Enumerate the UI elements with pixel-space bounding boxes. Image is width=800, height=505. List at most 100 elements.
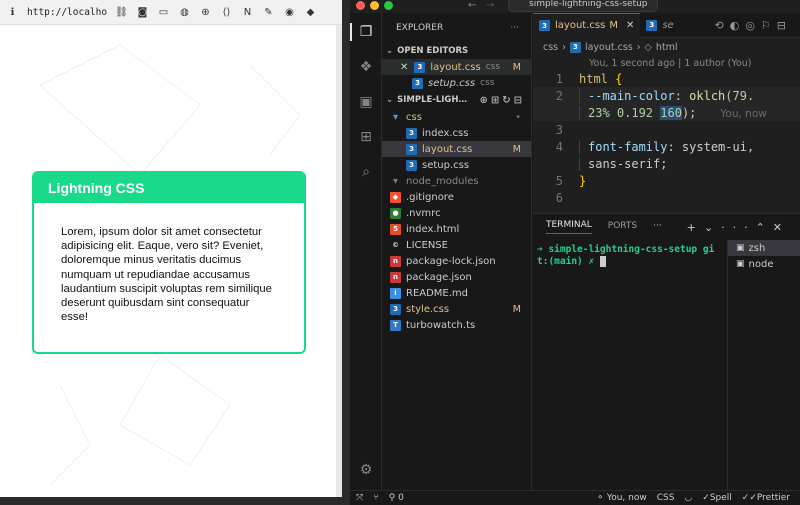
- file-tree-item[interactable]: ▾ css •: [382, 109, 531, 125]
- code-line[interactable]: 1 html {: [533, 70, 800, 87]
- file-tree-item[interactable]: i README.md: [382, 285, 531, 301]
- back-arrow-icon[interactable]: ←: [468, 0, 476, 11]
- editor-actions-icon[interactable]: ⟲◐◎⚐⊟: [715, 19, 793, 32]
- file-tree-item[interactable]: © LICENSE: [382, 237, 531, 253]
- remote-explorer-icon[interactable]: ▣: [357, 93, 375, 111]
- info-icon[interactable]: ℹ: [6, 6, 19, 19]
- file-tree-item[interactable]: 3 index.css: [382, 125, 531, 141]
- breadcrumb-item[interactable]: html: [656, 42, 678, 53]
- remote-icon[interactable]: ⤧: [356, 493, 363, 503]
- spell-status[interactable]: ✓Spell: [702, 493, 732, 503]
- tab-ports[interactable]: PORTS: [608, 221, 637, 234]
- file-tree-item[interactable]: n package.json: [382, 269, 531, 285]
- tab-layout-css[interactable]: 3 layout.css M ✕: [533, 12, 641, 38]
- address-bar[interactable]: http://localhos…: [27, 7, 107, 18]
- folder-icon: ▾: [392, 175, 399, 187]
- prettier-label: Prettier: [756, 493, 790, 503]
- file-tree-item[interactable]: n package-lock.json: [382, 253, 531, 269]
- breadcrumb-item[interactable]: layout.css: [585, 42, 633, 53]
- open-editor-name: layout.css: [430, 61, 481, 73]
- code-icon[interactable]: ⟨⟩: [220, 6, 233, 19]
- puzzle-icon[interactable]: ✎: [262, 6, 275, 19]
- terminal-icon[interactable]: ▭: [157, 6, 170, 19]
- status-author[interactable]: ⚬ You, now: [596, 493, 646, 503]
- link-icon[interactable]: ⛓: [115, 6, 128, 19]
- open-editor-item[interactable]: ✕ 3 layout.css css M: [382, 59, 531, 75]
- file-tree-item[interactable]: ◆ .gitignore: [382, 189, 531, 205]
- file-name: package-lock.json: [406, 255, 496, 267]
- minimize-window-button[interactable]: [370, 1, 379, 10]
- file-tree-item[interactable]: 3 layout.css M: [382, 141, 531, 157]
- code-token: sans-serif: [588, 156, 661, 171]
- gear-icon[interactable]: ⚙: [357, 461, 375, 479]
- modified-badge: M: [609, 20, 618, 31]
- file-tree-item[interactable]: Tturbowatch.ts: [382, 317, 531, 333]
- extensions-icon[interactable]: ⊞: [357, 128, 375, 146]
- chevron-down-icon: ⌄: [386, 95, 394, 105]
- git-icon: ◆: [390, 191, 401, 203]
- project-section[interactable]: ⌄ SIMPLE-LIGH… ⊕⊞↻⊟: [382, 91, 531, 109]
- terminal-icon: ▣: [736, 243, 745, 253]
- terminal-item-node[interactable]: ▣ node: [728, 256, 800, 272]
- open-editors-section[interactable]: ⌄ OPEN EDITORS: [382, 43, 531, 59]
- terminal-list: ▣ zsh ▣ node: [727, 240, 800, 490]
- camera-icon[interactable]: ◙: [136, 6, 149, 19]
- notion-icon[interactable]: N: [241, 6, 254, 19]
- more-actions-icon[interactable]: ···: [653, 221, 662, 234]
- file-tree-item[interactable]: 5 index.html: [382, 221, 531, 237]
- close-icon[interactable]: ✕: [400, 62, 408, 73]
- selected-token: 160: [660, 105, 682, 120]
- file-tree-item[interactable]: ● .nvmrc: [382, 205, 531, 221]
- crosshair-icon[interactable]: ⊕: [199, 6, 212, 19]
- code-line[interactable]: 3: [533, 121, 800, 138]
- code-token: {: [615, 71, 623, 86]
- file-tree-item[interactable]: 3 style.css M: [382, 301, 531, 317]
- breadcrumb-item[interactable]: css: [543, 42, 558, 53]
- language-mode[interactable]: CSS: [657, 493, 675, 503]
- file-tree-item[interactable]: 3 setup.css: [382, 157, 531, 173]
- codelens-blame[interactable]: You, 1 second ago | 1 author (You): [533, 56, 800, 70]
- code-line[interactable]: 6: [533, 189, 800, 206]
- panel-actions-icon[interactable]: +⌄···⌃✕: [687, 221, 790, 234]
- source-control-icon[interactable]: ⑂: [373, 493, 378, 503]
- sync-icon[interactable]: ◡: [684, 493, 692, 503]
- code-token: }: [579, 173, 587, 188]
- explorer-sidebar: EXPLORER ··· ⌄ OPEN EDITORS ✕ 3 layout.c…: [382, 13, 532, 490]
- tab-terminal[interactable]: TERMINAL: [546, 220, 592, 234]
- window-gap: [342, 0, 350, 505]
- prettier-status[interactable]: ✓✓Prettier: [742, 493, 790, 503]
- ports-status[interactable]: ⚲ 0: [389, 493, 404, 503]
- code-line[interactable]: 4 font-family: system-ui,: [533, 138, 800, 155]
- forward-arrow-icon[interactable]: →: [486, 0, 494, 11]
- search-icon[interactable]: ⌕: [357, 163, 375, 181]
- extension-icon[interactable]: ◉: [283, 6, 296, 19]
- explorer-actions-icon[interactable]: ⊕⊞↻⊟: [479, 95, 525, 106]
- file-tree-item[interactable]: ▾ node_modules: [382, 173, 531, 189]
- file-name: .gitignore: [406, 191, 454, 203]
- figma-icon[interactable]: ❖: [357, 58, 375, 76]
- terminal-item-zsh[interactable]: ▣ zsh: [728, 240, 800, 256]
- ports-icon: ⚲: [388, 493, 396, 503]
- tab-setup-css[interactable]: 3 se: [640, 13, 679, 38]
- open-editor-item[interactable]: 3 setup.css css: [382, 75, 531, 91]
- globe-icon[interactable]: ◍: [178, 6, 191, 19]
- css-icon: 3: [406, 143, 417, 155]
- page-content: Lightning CSS Lorem, ipsum dolor sit ame…: [0, 25, 342, 497]
- css-icon: 3: [569, 41, 581, 53]
- code-line[interactable]: 2 --main-color: oklch(79.: [533, 87, 800, 104]
- file-name: index.html: [406, 223, 460, 235]
- code-line-wrap[interactable]: 23% 0.192 160); You, now: [533, 104, 800, 121]
- file-name: index.css: [422, 127, 469, 139]
- modified-badge: M: [512, 61, 521, 73]
- code-line-wrap[interactable]: sans-serif;: [533, 155, 800, 172]
- shield-icon[interactable]: ◆: [304, 6, 317, 19]
- close-icon[interactable]: ✕: [626, 20, 634, 31]
- more-actions-icon[interactable]: ···: [510, 23, 519, 33]
- close-window-button[interactable]: [356, 1, 365, 10]
- maximize-window-button[interactable]: [384, 1, 393, 10]
- terminal-output[interactable]: ➜ simple-lightning-css-setup gi t:(main)…: [533, 240, 726, 490]
- explorer-icon[interactable]: ❐: [350, 23, 380, 41]
- code-line[interactable]: 5 }: [533, 172, 800, 189]
- command-center-search[interactable]: simple-lightning-css-setup: [508, 0, 658, 12]
- window-gap-bottom: [0, 497, 350, 505]
